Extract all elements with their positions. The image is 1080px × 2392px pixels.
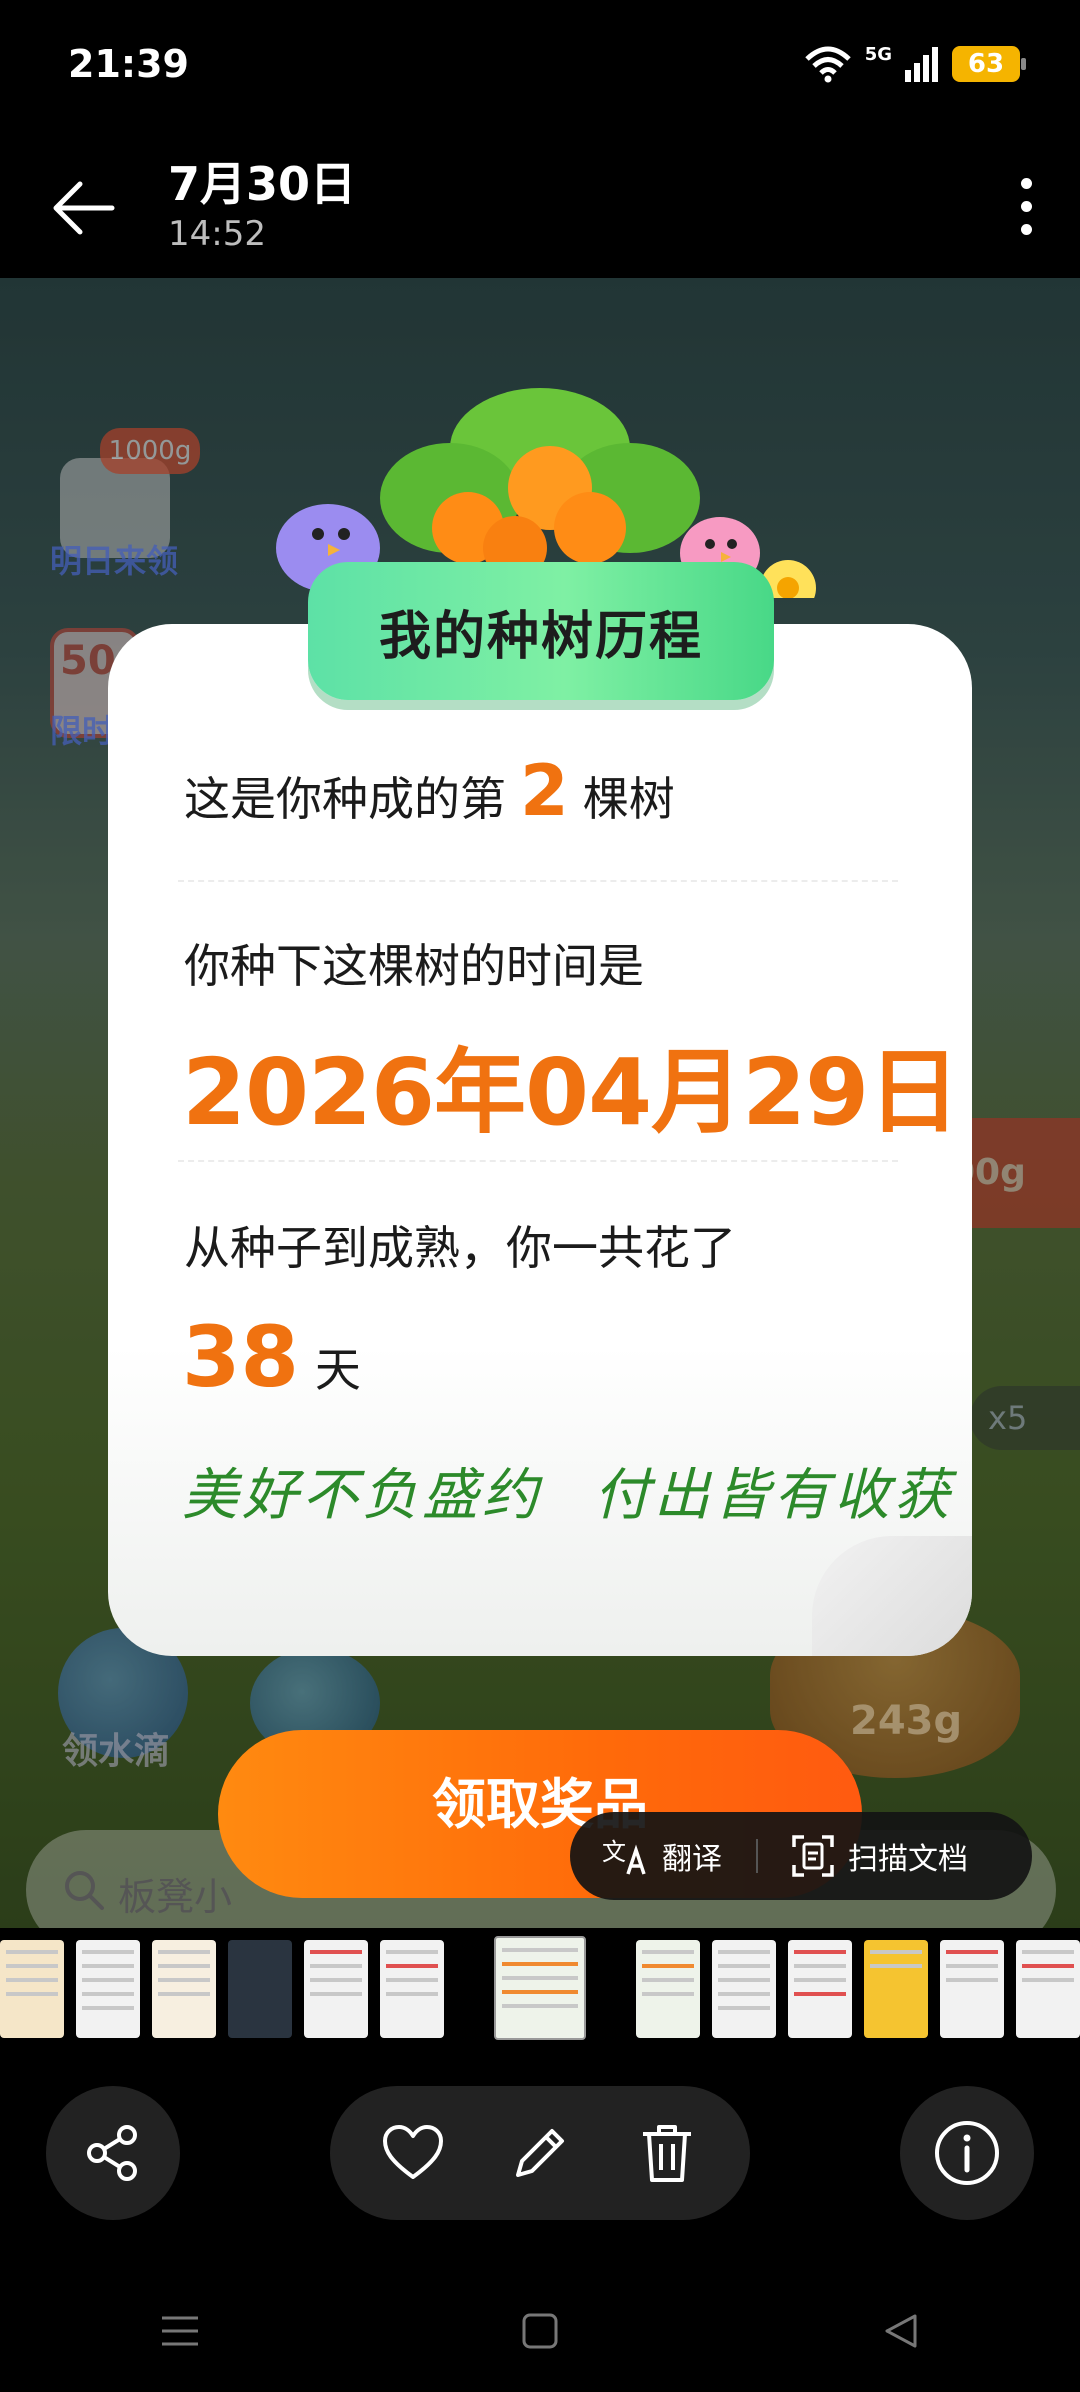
- plant-date-value: 2026年04月29日: [182, 1039, 960, 1146]
- menu-icon: [162, 2316, 198, 2346]
- share-icon: [87, 2125, 137, 2181]
- more-options-button[interactable]: [1000, 166, 1052, 246]
- info-button[interactable]: [900, 2086, 1034, 2220]
- edit-actions-group: [330, 2086, 750, 2220]
- thumbnail[interactable]: [0, 1940, 64, 2038]
- delete-button[interactable]: [631, 2117, 703, 2189]
- back-arrow-icon: [53, 181, 115, 235]
- battery-indicator: 63: [952, 46, 1026, 82]
- scan-document-icon: [792, 1835, 834, 1877]
- search-placeholder: 板凳小: [118, 1875, 233, 1919]
- thumbnail[interactable]: [1016, 1940, 1080, 2038]
- days-label: 从种子到成熟，你一共花了: [184, 1221, 736, 1275]
- thumbnail-selected[interactable]: [494, 1936, 586, 2040]
- thumbnail[interactable]: [940, 1940, 1004, 2038]
- more-dot-icon: [1020, 223, 1032, 235]
- signal-icon: [905, 47, 938, 82]
- wifi-icon: [804, 46, 851, 83]
- tree-count-number: 2: [520, 750, 569, 832]
- favorite-button[interactable]: [377, 2117, 449, 2189]
- info-icon: [935, 2121, 999, 2185]
- viewer-header: 7月30日 14:52: [0, 130, 1080, 278]
- triangle-back-icon: [885, 2314, 917, 2348]
- thumbnail[interactable]: [152, 1940, 216, 2038]
- divider: [178, 1160, 898, 1162]
- translate-label: 翻译: [662, 1842, 722, 1877]
- share-button[interactable]: [46, 2086, 180, 2220]
- divider: [756, 1839, 758, 1873]
- photo-view[interactable]: 1000g 明日来领 50 限时 00g x5 领水滴 243g 我的种树历程: [0, 278, 1080, 1928]
- photo-time: 14:52: [168, 214, 266, 254]
- plant-date-label: 你种下这棵树的时间是: [184, 939, 644, 993]
- home-button[interactable]: [500, 2291, 580, 2371]
- days-line: 38 天: [182, 1308, 361, 1406]
- ai-tools-bar: 文 翻译 扫描文档: [570, 1812, 1032, 1900]
- thumbnail[interactable]: [304, 1940, 368, 2038]
- svg-text:文: 文: [602, 1838, 626, 1866]
- back-nav-button[interactable]: [860, 2291, 940, 2371]
- thumbnail[interactable]: [864, 1940, 928, 2038]
- network-label: 5G: [864, 44, 892, 65]
- days-unit: 天: [314, 1343, 361, 1397]
- heart-icon: [383, 2125, 444, 2179]
- photo-date: 7月30日: [168, 157, 357, 211]
- thumbnail[interactable]: [636, 1940, 700, 2038]
- thumbnail[interactable]: [788, 1940, 852, 2038]
- trash-icon: [642, 2125, 691, 2182]
- square-icon: [522, 2313, 558, 2349]
- scan-document-label: 扫描文档: [848, 1842, 968, 1877]
- edit-button[interactable]: [504, 2117, 576, 2189]
- scan-document-button[interactable]: 扫描文档: [792, 1834, 968, 1878]
- pencil-icon: [515, 2129, 564, 2177]
- search-icon: [65, 1871, 104, 1910]
- system-nav-bar: [0, 2270, 1080, 2392]
- card-title: 我的种树历程: [378, 606, 703, 667]
- more-dot-icon: [1020, 200, 1032, 212]
- translate-icon: 文: [602, 1838, 646, 1875]
- thumbnail-strip[interactable]: [0, 1936, 1080, 2040]
- thumbnail[interactable]: [76, 1940, 140, 2038]
- days-number: 38: [182, 1308, 299, 1406]
- handwritten-motto: 美好不负盛约 付出皆有收获: [182, 1463, 954, 1528]
- divider: [178, 880, 898, 882]
- thumbnail[interactable]: [228, 1940, 292, 2038]
- status-icons: 5G 63: [803, 42, 1026, 86]
- tree-count-line: 这是你种成的第 2 棵树: [184, 750, 675, 832]
- thumbnail[interactable]: [712, 1940, 776, 2038]
- status-bar: 21:39 5G 63: [0, 0, 1080, 130]
- card-title-banner: 我的种树历程: [308, 562, 774, 700]
- more-dot-icon: [1020, 177, 1032, 189]
- thumbnail[interactable]: [380, 1940, 444, 2038]
- translate-button[interactable]: 文 翻译: [602, 1834, 722, 1878]
- back-button[interactable]: [46, 170, 122, 246]
- page-curl: [812, 1536, 972, 1656]
- tree-count-prefix: 这是你种成的第: [184, 772, 506, 826]
- recents-button[interactable]: [140, 2291, 220, 2371]
- status-time: 21:39: [68, 42, 189, 86]
- tree-count-suffix: 棵树: [582, 772, 675, 826]
- photo-toolbar: [0, 2086, 1080, 2220]
